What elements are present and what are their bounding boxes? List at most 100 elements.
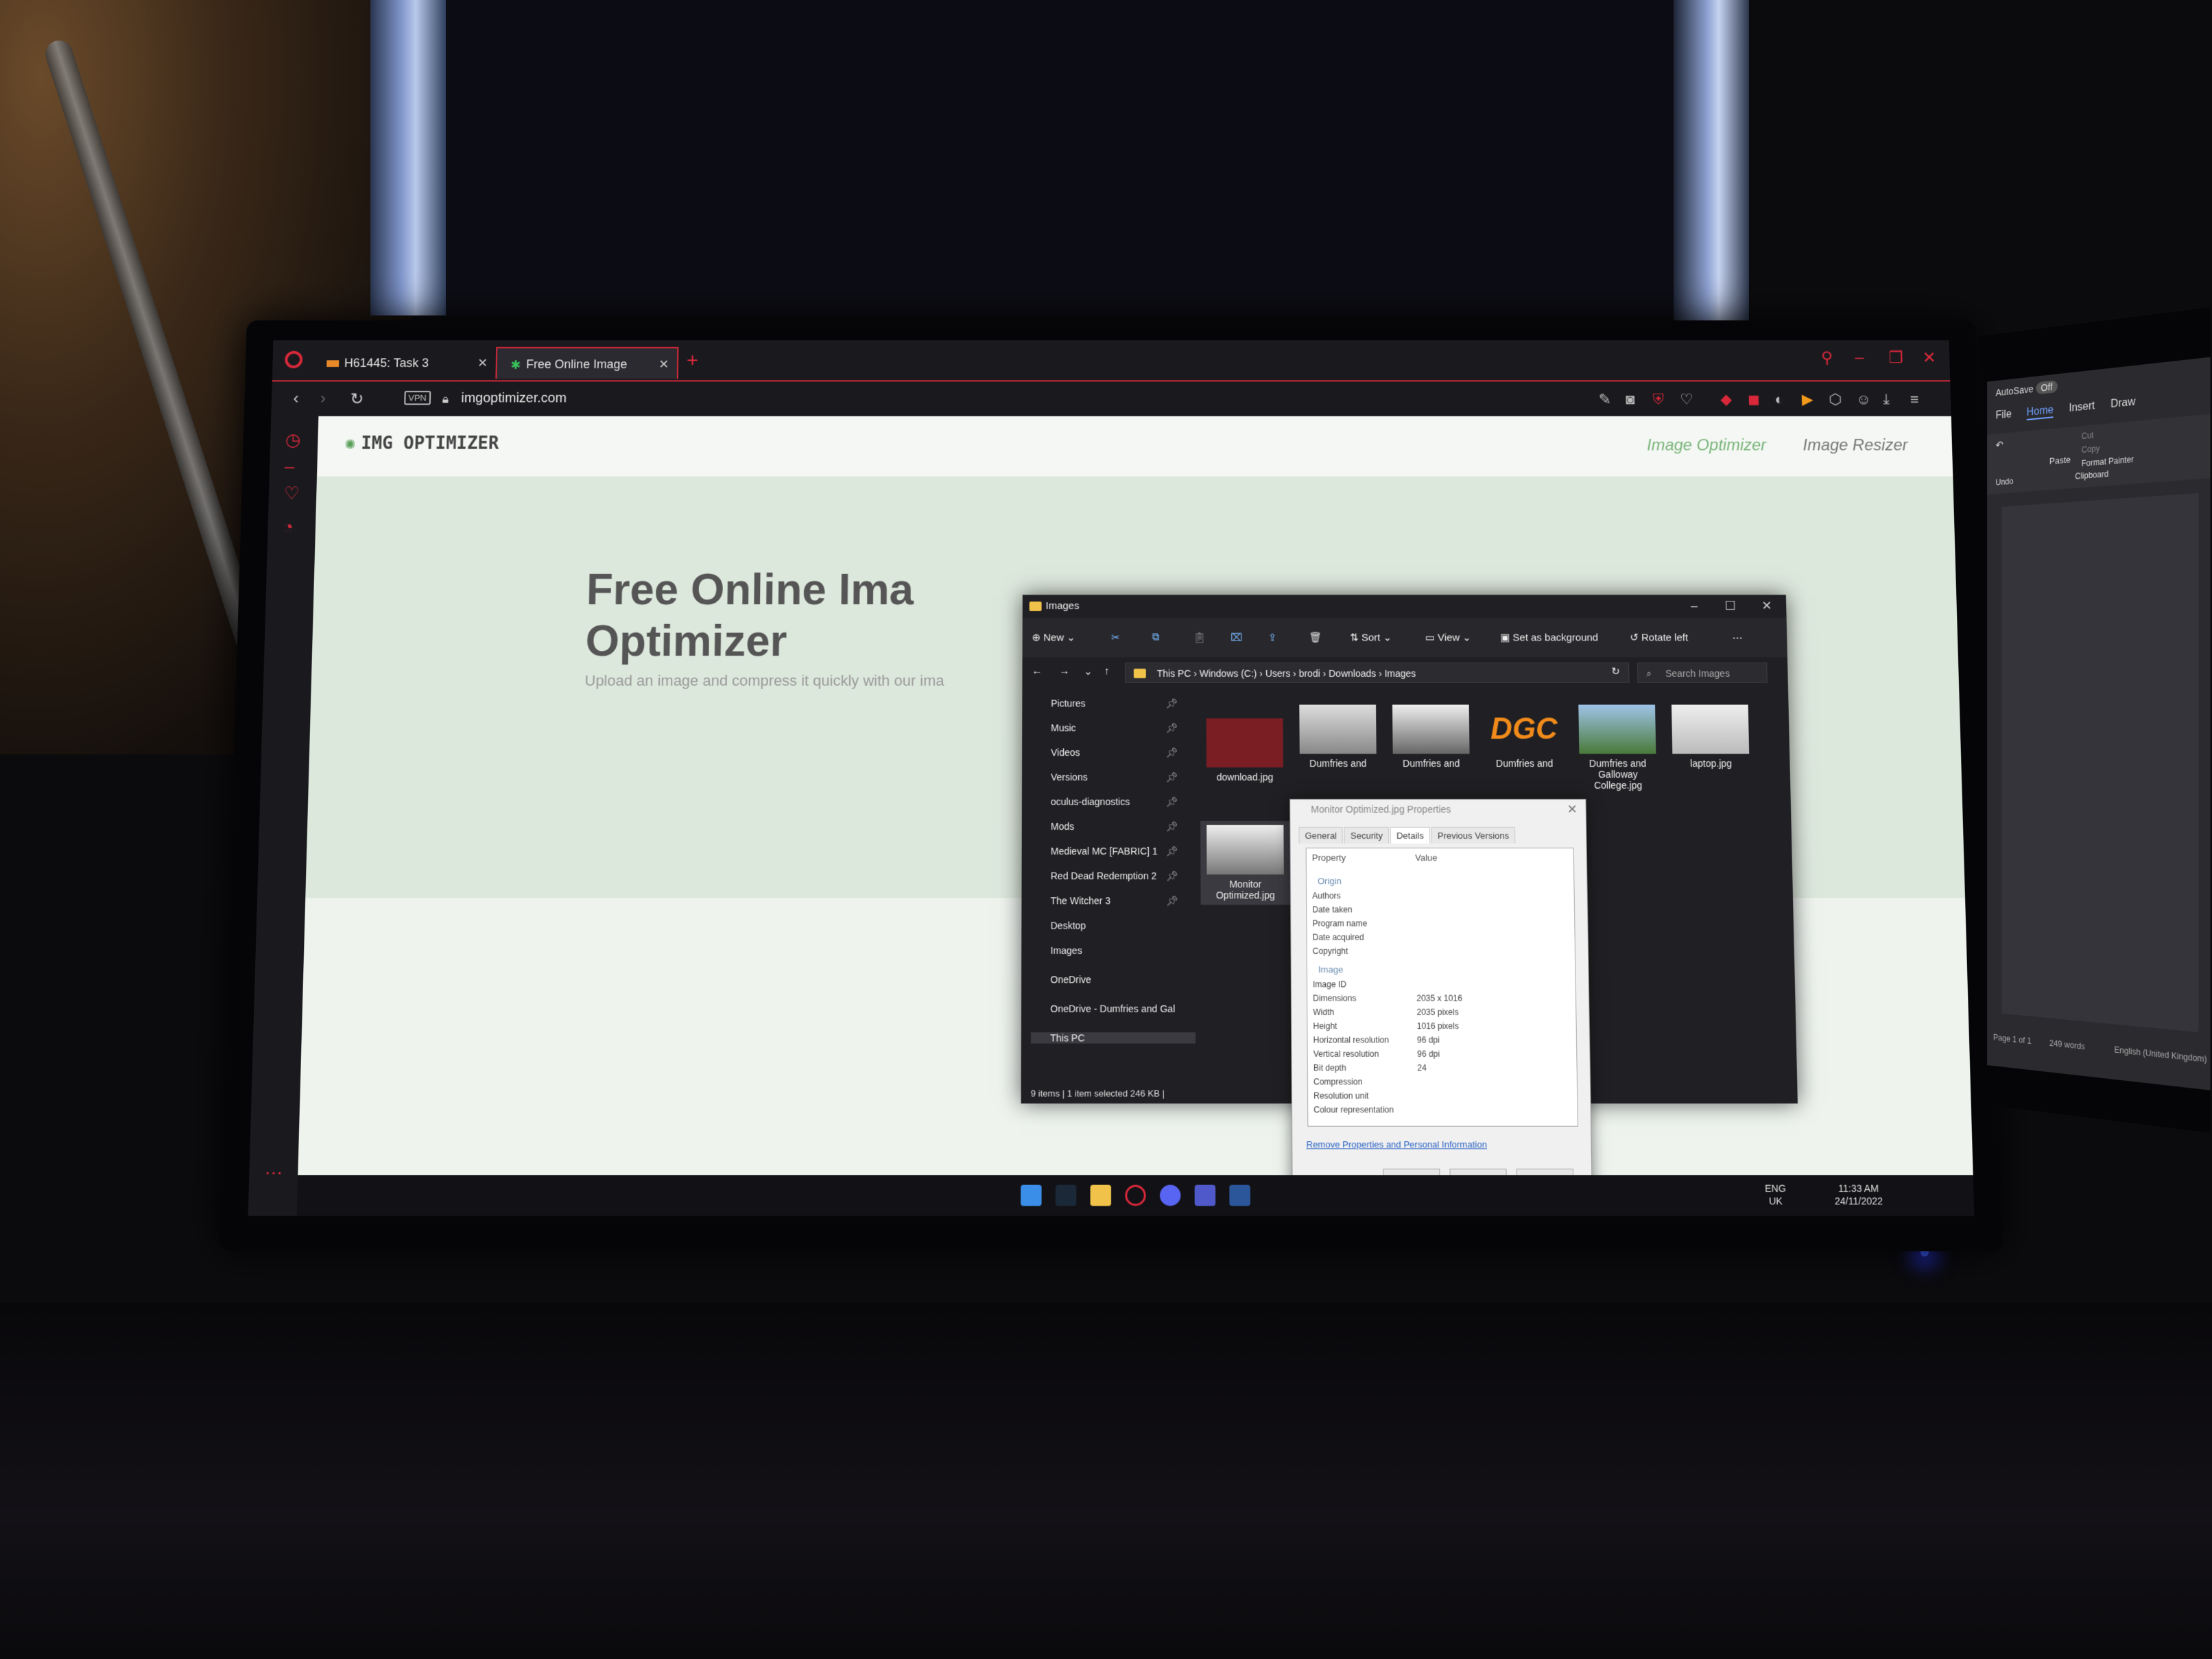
back-icon[interactable]: ‹	[293, 390, 299, 408]
profile-icon[interactable]: ☺	[1856, 391, 1872, 408]
heart-icon[interactable]: ♡	[1680, 391, 1693, 408]
tab-task[interactable]: H61445: Task 3 ✕	[313, 347, 496, 379]
forward-icon[interactable]: ›	[320, 390, 326, 408]
nav-image-resizer[interactable]: Image Resizer	[1803, 436, 1908, 455]
download-icon[interactable]: ⤓	[1883, 391, 1890, 408]
table-row[interactable]: Horizontal resolution 96 dpi	[1313, 1035, 1440, 1045]
tab-general[interactable]: General	[1298, 826, 1343, 844]
file-item-selected[interactable]: Monitor Optimized.jpg	[1200, 820, 1291, 905]
breadcrumb[interactable]: This PC › Windows (C:) › Users › brodi ›…	[1124, 663, 1630, 683]
document-page[interactable]	[2001, 493, 2199, 1033]
tab-image-optimizer[interactable]: ✱Free Online Image Optimi: ✕	[495, 346, 679, 404]
table-row[interactable]: Height 1016 pixels	[1313, 1021, 1459, 1031]
tab-file[interactable]: File	[1996, 409, 2012, 422]
close-icon[interactable]: ✕	[477, 347, 488, 379]
tab-previous-versions[interactable]: Previous Versions	[1431, 826, 1516, 844]
more-icon[interactable]: ⋯	[1732, 632, 1742, 644]
restore-icon[interactable]: ❐	[1888, 348, 1903, 368]
camera-icon[interactable]: ◙	[1626, 391, 1635, 408]
undo-icon[interactable]: ↶	[1996, 439, 2003, 452]
tray-lang[interactable]: ENG UK	[1765, 1182, 1787, 1208]
opera-logo-icon[interactable]	[285, 350, 303, 368]
nav-item-onedrive-dumfries[interactable]: OneDrive - Dumfries and Gal	[1050, 1003, 1175, 1014]
copy-button[interactable]: Copy	[2082, 444, 2100, 455]
table-row[interactable]: Date taken	[1312, 905, 1352, 914]
new-tab-icon[interactable]: +	[687, 350, 699, 372]
clock[interactable]: 11:33 AM 24/11/2022	[1834, 1182, 1883, 1208]
rotate-left-button[interactable]: ↺ Rotate left	[1630, 632, 1688, 644]
extension-icon[interactable]: ◆	[1720, 391, 1732, 408]
search-icon[interactable]: ⚲	[1821, 348, 1833, 368]
table-row[interactable]: Dimensions 2035 x 1016	[1313, 994, 1462, 1003]
share-icon[interactable]: ⇪	[1268, 632, 1277, 644]
paste-icon[interactable]: 📋︎	[1193, 632, 1206, 644]
gamepad-icon[interactable]: ◐	[1774, 391, 1784, 408]
file-item[interactable]: Dumfries and	[1386, 704, 1476, 769]
discord-icon[interactable]	[1159, 1184, 1181, 1206]
up-icon[interactable]: ↑	[1104, 665, 1109, 677]
cut-button[interactable]: Cut	[2082, 431, 2094, 442]
close-window-icon[interactable]: ✕	[1922, 348, 1936, 368]
tab-insert[interactable]: Insert	[2069, 400, 2095, 415]
rename-icon[interactable]: ⌧	[1230, 632, 1242, 644]
maximize-icon[interactable]: ☐	[1725, 599, 1736, 613]
heart-icon[interactable]: ♡	[283, 483, 300, 503]
file-item[interactable]: DGC Dumfries and	[1479, 704, 1569, 769]
file-item[interactable]: download.jpg	[1200, 718, 1289, 783]
table-row[interactable]: Image ID	[1313, 979, 1346, 989]
shield-icon[interactable]: ⛨	[1652, 391, 1664, 408]
table-row[interactable]: Vertical resolution 96 dpi	[1313, 1049, 1440, 1059]
reload-icon[interactable]: ↻	[350, 390, 364, 409]
tab-details[interactable]: Details	[1390, 826, 1430, 844]
table-row[interactable]: Colour representation	[1313, 1105, 1394, 1114]
table-row[interactable]: Authors	[1312, 891, 1341, 900]
set-background-button[interactable]: ▣ Set as background	[1500, 632, 1598, 644]
cube-icon[interactable]: ⬡	[1829, 391, 1842, 408]
table-row[interactable]: Program name	[1312, 918, 1367, 928]
new-button[interactable]: ⊕ New ⌄	[1032, 632, 1075, 644]
autosave-toggle[interactable]: AutoSave Off	[1996, 380, 2058, 398]
file-item[interactable]: Dumfries and Galloway College.jpg	[1572, 704, 1663, 791]
table-row[interactable]: Copyright	[1313, 946, 1348, 956]
table-row[interactable]: Bit depth 24	[1313, 1063, 1427, 1073]
nav-item-mods[interactable]: Mods 📌︎	[1051, 821, 1178, 832]
extension-icon[interactable]: ◼	[1748, 391, 1761, 408]
file-explorer-icon[interactable]	[1090, 1184, 1111, 1206]
close-icon[interactable]: ✕	[1567, 802, 1577, 817]
view-button[interactable]: ▭ View ⌄	[1425, 632, 1471, 644]
start-icon[interactable]	[1021, 1184, 1042, 1206]
nav-item-desktop[interactable]: Desktop	[1051, 920, 1086, 931]
history-icon[interactable]: ◔	[283, 516, 294, 537]
table-row[interactable]: Resolution unit	[1313, 1091, 1368, 1101]
minimize-icon[interactable]: –	[1691, 599, 1698, 613]
nav-item-red-dead[interactable]: Red Dead Redemption 2 📌︎	[1051, 870, 1178, 881]
opera-icon[interactable]	[1125, 1184, 1146, 1206]
nav-item-images[interactable]: Images	[1050, 945, 1082, 956]
steam-icon[interactable]	[1055, 1184, 1077, 1206]
close-icon[interactable]: ✕	[658, 348, 669, 381]
cut-icon[interactable]: ✂	[1111, 632, 1120, 644]
back-icon[interactable]: ←	[1032, 665, 1042, 677]
paste-button[interactable]: Paste	[2049, 454, 2071, 466]
refresh-icon[interactable]: ↻	[1611, 665, 1620, 678]
forward-icon[interactable]: →	[1059, 665, 1069, 677]
speed-dial-icon[interactable]: ◷	[285, 429, 301, 450]
nav-item-medieval-mc[interactable]: Medieval MC [FABRIC] 1 📌︎	[1051, 846, 1178, 857]
search-input[interactable]: ⌕ Search Images	[1637, 663, 1768, 683]
teams-icon[interactable]	[1194, 1184, 1216, 1206]
file-item[interactable]: Dumfries and	[1293, 704, 1383, 769]
menu-icon[interactable]: ≡	[1910, 391, 1918, 408]
nav-item-this-pc[interactable]: This PC	[1030, 1032, 1196, 1044]
nav-image-optimizer[interactable]: Image Optimizer	[1647, 436, 1767, 455]
close-icon[interactable]: ✕	[1761, 599, 1772, 613]
nav-item-music[interactable]: Music 📌︎	[1051, 722, 1178, 733]
tab-home[interactable]: Home	[2026, 404, 2054, 420]
table-row[interactable]: Date acquired	[1313, 933, 1364, 942]
url-field[interactable]: imgoptimizer.com	[461, 391, 567, 406]
remove-properties-link[interactable]: Remove Properties and Personal Informati…	[1306, 1139, 1487, 1149]
language-status[interactable]: English (United Kingdom)	[2114, 1045, 2207, 1064]
edit-icon[interactable]: ✎	[1599, 391, 1612, 408]
nav-item-pictures[interactable]: Pictures 📌︎	[1051, 698, 1178, 709]
table-row[interactable]: Width 2035 pixels	[1313, 1007, 1459, 1017]
column-header-value[interactable]: Value	[1415, 852, 1438, 863]
